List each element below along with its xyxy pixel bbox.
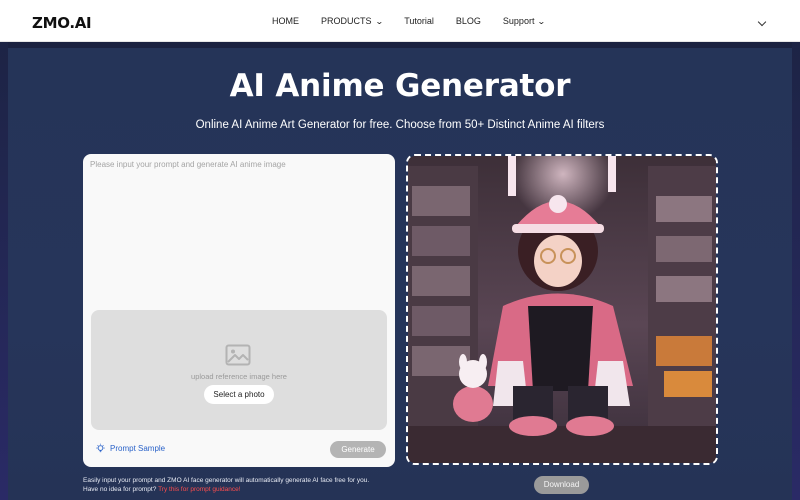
select-photo-button[interactable]: Select a photo — [204, 385, 274, 404]
image-icon — [225, 344, 251, 366]
nav-products[interactable]: PRODUCTS ⌄ — [321, 16, 384, 26]
zmo-logo[interactable]: ZMO.AI — [32, 14, 92, 32]
nav-products-label: PRODUCTS — [321, 16, 372, 26]
chevron-down-icon: ⌄ — [537, 16, 547, 26]
page-gutter-left — [0, 42, 8, 500]
nav-home-label: HOME — [272, 16, 299, 26]
upload-hint: upload reference image here — [191, 372, 287, 381]
nav-tutorial-label: Tutorial — [404, 16, 434, 26]
nav-blog-label: BLOG — [455, 16, 481, 26]
prompt-input[interactable]: Please input your prompt and generate AI… — [90, 160, 286, 169]
helper-note-line2: Have no idea for prompt? Try this for pr… — [83, 485, 369, 494]
download-button[interactable]: Download — [534, 476, 589, 494]
chevron-down-icon: ⌄ — [374, 16, 384, 26]
prompt-card: Please input your prompt and generate AI… — [83, 154, 395, 467]
nav-tutorial[interactable]: Tutorial — [404, 16, 434, 26]
reference-upload-area[interactable]: upload reference image here Select a pho… — [91, 310, 387, 430]
language-chevron-down-icon[interactable] — [757, 17, 767, 27]
page-gutter-right — [792, 42, 800, 500]
helper-note: Easily input your prompt and ZMO AI face… — [83, 476, 369, 494]
page-title: AI Anime Generator — [229, 68, 571, 104]
top-header: ZMO.AI HOME PRODUCTS ⌄ Tutorial BLOG Supp… — [0, 0, 800, 42]
nav-support[interactable]: Support ⌄ — [502, 16, 547, 26]
main-nav: HOME PRODUCTS ⌄ Tutorial BLOG Support ⌄ — [272, 0, 567, 42]
helper-note-prefix: Have no idea for prompt? — [83, 486, 157, 493]
helper-note-line1: Easily input your prompt and ZMO AI face… — [83, 477, 370, 484]
generated-anime-image — [408, 156, 716, 463]
prompt-sample-label: Prompt Sample — [110, 444, 166, 453]
prompt-guidance-link[interactable]: Try this for prompt guidance! — [158, 486, 241, 493]
generate-button[interactable]: Generate — [330, 441, 386, 458]
lightbulb-icon — [96, 443, 105, 453]
generated-image-panel — [406, 154, 718, 465]
prompt-sample-link[interactable]: Prompt Sample — [95, 443, 165, 454]
nav-support-label: Support — [502, 16, 535, 26]
page-subtitle: Online AI Anime Art Generator for free. … — [195, 119, 605, 131]
nav-home[interactable]: HOME — [272, 16, 299, 26]
nav-blog[interactable]: BLOG — [456, 16, 481, 26]
